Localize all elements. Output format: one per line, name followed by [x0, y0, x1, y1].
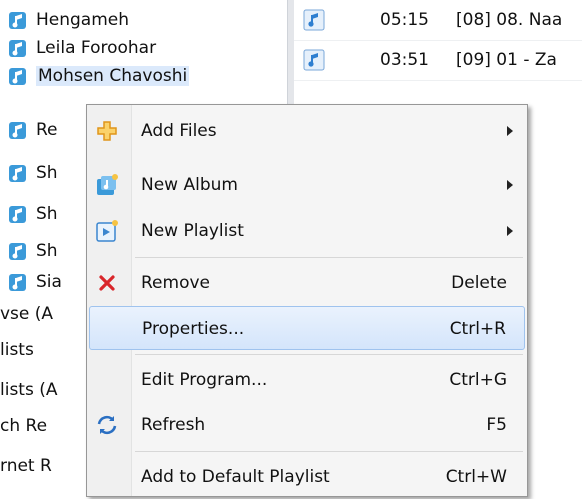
menu-item-label: Edit Program...	[141, 370, 268, 390]
menu-item-shortcut: Ctrl+G	[449, 370, 507, 390]
refresh-icon	[97, 415, 117, 435]
menu-item-label: Add Files	[141, 121, 217, 141]
tree-item-label: rnet R	[0, 456, 52, 476]
tree-item-label: Hengameh	[36, 10, 130, 30]
tree-item-label: Re	[36, 120, 58, 140]
track-duration: 03:51	[380, 50, 429, 70]
tree-item-hengameh[interactable]: Hengameh	[0, 6, 129, 34]
menu-item-shortcut: F5	[486, 415, 507, 435]
track-title: [08] 08. Naa	[456, 10, 563, 30]
new-playlist-icon	[96, 220, 118, 242]
tree-item-artist[interactable]: Sh	[0, 200, 58, 228]
menu-item-label: New Playlist	[141, 221, 244, 241]
menu-item-label: Remove	[141, 273, 210, 293]
menu-item-shortcut: Ctrl+R	[449, 319, 506, 339]
audio-file-icon	[303, 9, 325, 31]
tree-item-label: Sh	[36, 204, 58, 224]
tree-item-artist[interactable]: Sh	[0, 237, 58, 265]
tree-item-label: lists (A	[0, 380, 58, 400]
tree-item-label: Leila Foroohar	[36, 38, 157, 58]
tree-item-playlists[interactable]: lists	[0, 336, 34, 364]
remove-icon	[99, 275, 115, 291]
menu-separator	[135, 257, 523, 258]
track-duration: 05:15	[380, 10, 429, 30]
tree-item-label: Sh	[36, 241, 58, 261]
menu-item-label: Refresh	[141, 415, 206, 435]
menu-item-new-playlist[interactable]: New Playlist	[89, 209, 525, 253]
menu-item-add-files[interactable]: Add Files	[89, 109, 525, 153]
menu-separator	[135, 451, 523, 452]
submenu-arrow-icon	[507, 180, 513, 190]
tree-item-label: Sh	[36, 163, 58, 183]
tree-item-search-results[interactable]: ch Re	[0, 412, 47, 440]
artist-icon	[9, 165, 26, 182]
context-menu: Add Files New Album New Playlist Remove …	[86, 104, 528, 497]
submenu-arrow-icon	[507, 126, 513, 136]
submenu-arrow-icon	[507, 226, 513, 236]
tree-item-mohsen-chavoshi[interactable]: Mohsen Chavoshi	[0, 62, 190, 90]
menu-item-label: New Album	[141, 175, 238, 195]
tree-item-label: Mohsen Chavoshi	[36, 66, 190, 86]
artist-icon	[9, 206, 26, 223]
tree-item-browse[interactable]: vse (A	[0, 300, 53, 328]
tree-item-playlists-auto[interactable]: lists (A	[0, 376, 58, 404]
add-files-icon	[97, 121, 117, 141]
tree-item-artist[interactable]: Sia	[0, 268, 62, 296]
menu-item-shortcut: Ctrl+W	[445, 467, 507, 487]
artist-icon	[9, 274, 26, 291]
tree-item-internet-radio[interactable]: rnet R	[0, 452, 52, 480]
artist-icon	[9, 243, 26, 260]
tree-item-label: vse (A	[0, 304, 54, 324]
artist-icon	[9, 68, 26, 85]
artist-icon	[9, 12, 26, 29]
tree-item-artist[interactable]: Re	[0, 116, 58, 144]
track-row[interactable]: 05:15 [08] 08. Naa	[294, 0, 582, 41]
tree-item-label: Sia	[36, 272, 62, 292]
menu-separator	[135, 354, 523, 355]
tree-item-artist[interactable]: Sh	[0, 159, 58, 187]
audio-file-icon	[303, 49, 325, 71]
menu-item-add-to-default-playlist[interactable]: Add to Default Playlist Ctrl+W	[89, 455, 525, 499]
menu-item-label: Add to Default Playlist	[141, 467, 330, 487]
menu-item-edit-program[interactable]: Edit Program... Ctrl+G	[89, 358, 525, 402]
menu-item-label: Properties...	[142, 319, 245, 339]
tree-item-label: lists	[0, 340, 34, 360]
track-title: [09] 01 - Za	[456, 50, 557, 70]
artist-icon	[9, 122, 26, 139]
new-album-icon	[97, 174, 118, 195]
menu-item-properties[interactable]: Properties... Ctrl+R	[89, 306, 525, 350]
track-row[interactable]: 03:51 [09] 01 - Za	[294, 40, 582, 81]
menu-item-new-album[interactable]: New Album	[89, 163, 525, 207]
artist-icon	[9, 40, 26, 57]
tree-item-label: ch Re	[0, 416, 48, 436]
menu-item-shortcut: Delete	[451, 273, 507, 293]
menu-item-refresh[interactable]: Refresh F5	[89, 403, 525, 447]
menu-item-remove[interactable]: Remove Delete	[89, 261, 525, 305]
tree-item-leila-foroohar[interactable]: Leila Foroohar	[0, 34, 156, 62]
